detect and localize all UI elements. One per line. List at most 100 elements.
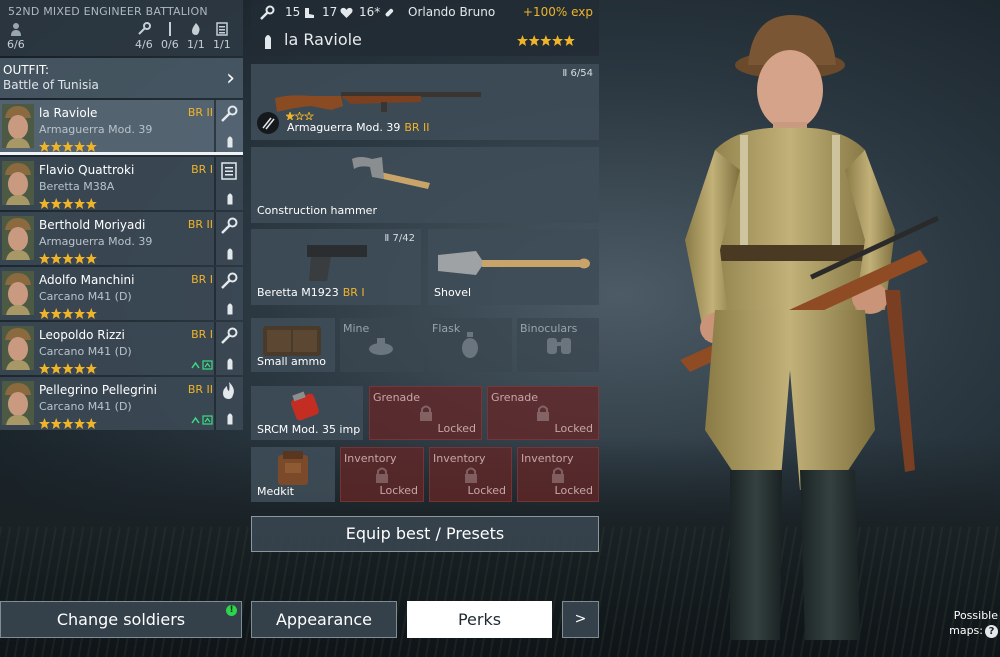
wrench-icon — [138, 22, 151, 35]
list-icon — [216, 22, 228, 36]
squad-title: 52ND MIXED ENGINEER BATTALION — [8, 5, 208, 18]
soldier-info-bar: 15 17 16* Orlando Bruno +100% exp — [251, 0, 599, 26]
bullet-icon — [265, 35, 271, 49]
soldier-card-stars — [39, 137, 97, 156]
medkit-slot[interactable]: Medkit — [251, 447, 335, 502]
soldier-card-5[interactable]: Pellegrino Pellegrini Carcano M41 (D) BR I… — [0, 377, 243, 430]
bullet-icon — [227, 355, 233, 370]
soldier-card-2[interactable]: Berthold Moriyadi Armaguerra Mod. 39 BR II — [0, 212, 243, 265]
wrench-icon — [219, 104, 239, 124]
wrench-icon — [219, 216, 239, 236]
tool-label: Shovel — [434, 286, 472, 299]
soldier-portrait — [2, 326, 34, 370]
soldier-card-1[interactable]: Flavio Quattroki Beretta M38A BR I — [0, 157, 243, 210]
possible-maps-label-2: maps: — [949, 624, 983, 637]
bullet-icon — [227, 133, 233, 148]
rifleman-slots-stat: 0/6 — [161, 22, 179, 51]
upgrade-available-icon — [191, 415, 213, 428]
upgrade-available-icon — [191, 360, 213, 373]
soldier-card-stars — [39, 194, 97, 213]
melee-slot[interactable]: Construction hammer — [251, 147, 599, 223]
flamethrower-slots-stat: 1/1 — [187, 22, 205, 51]
binoculars-slot[interactable]: Binoculars — [517, 318, 599, 372]
soldier-card-br: BR I — [191, 163, 213, 176]
soldier-card-weapon: Beretta M38A — [39, 180, 115, 193]
notification-badge: ! — [226, 605, 237, 616]
soldier-card-weapon: Armaguerra Mod. 39 — [39, 235, 153, 248]
rank-stars — [517, 32, 575, 51]
soldier-card-3[interactable]: Adolfo Manchini Carcano M41 (D) BR I — [0, 267, 243, 320]
grenade-slot-2: Grenade Locked — [369, 386, 482, 440]
star-icon — [39, 141, 97, 152]
star-icon — [39, 253, 97, 264]
flask-label: Flask — [432, 322, 461, 335]
card-divider — [214, 100, 216, 152]
soldier-card-4[interactable]: Leopoldo Rizzi Carcano M41 (D) BR I — [0, 322, 243, 375]
card-divider — [214, 157, 216, 210]
tool-slot[interactable]: Shovel — [428, 229, 599, 305]
mine-slot[interactable]: Mine — [340, 318, 424, 372]
primary-weapon-label: Armaguerra Mod. 39 BR II — [287, 121, 430, 134]
card-divider — [214, 377, 216, 430]
soldier-card-stars — [39, 359, 97, 378]
soldier-card-br: BR II — [187, 383, 213, 396]
soldier-portrait — [2, 104, 34, 148]
sidearm-slot[interactable]: Ⅱ 7/42 Beretta M1923 BR I — [251, 229, 421, 305]
soldier-card-stars — [39, 304, 97, 323]
locked-status: Locked — [467, 484, 506, 497]
locked-status: Locked — [437, 422, 476, 435]
soldier-portrait — [2, 381, 34, 425]
wrench-icon — [219, 271, 239, 291]
upgrade-stars — [286, 112, 314, 120]
soldier-card-stars — [39, 249, 97, 268]
grenade-1-label: SRCM Mod. 35 imp — [257, 423, 361, 436]
card-divider — [214, 322, 216, 375]
perks-button[interactable]: Perks — [407, 601, 552, 638]
soldier-card-stars — [39, 414, 97, 433]
list-icon — [219, 161, 239, 181]
soldier-card-br: BR II — [187, 106, 213, 119]
star-icon — [39, 308, 97, 319]
change-soldiers-button[interactable]: Change soldiers ! — [0, 601, 242, 638]
bullet-icon — [227, 190, 233, 205]
stat-value-2: 17 — [322, 5, 338, 19]
soldier-portrait — [2, 161, 34, 205]
boot-icon — [305, 8, 314, 18]
outfit-label: OUTFIT: — [3, 63, 50, 77]
chevron-right-icon: › — [226, 66, 235, 91]
rifle-icon — [168, 22, 171, 36]
outfit-selector[interactable]: OUTFIT: Battle of Tunisia › — [0, 58, 243, 98]
exp-bonus: +100% exp — [522, 5, 593, 19]
next-tab-button[interactable]: > — [562, 601, 599, 638]
grenade-3-label: Grenade — [491, 391, 539, 404]
owner-name: Orlando Bruno — [408, 5, 496, 19]
help-icon[interactable]: ? — [985, 624, 998, 638]
grenade-slot-1[interactable]: SRCM Mod. 35 imp — [251, 386, 363, 440]
lock-icon — [376, 467, 388, 483]
soldier-list: la Raviole Armaguerra Mod. 39 BR II Flavio … — [0, 100, 243, 430]
appearance-button[interactable]: Appearance — [251, 601, 397, 638]
locked-status: Locked — [379, 484, 418, 497]
pistol-icon — [307, 245, 367, 281]
soldier-name-bar: la Raviole — [251, 26, 599, 56]
radio-slots-stat: 1/1 — [213, 22, 231, 51]
star-icon — [39, 363, 97, 374]
lock-icon — [552, 467, 564, 483]
flask-slot[interactable]: Flask — [429, 318, 512, 372]
soldier-card-name: Adolfo Manchini — [39, 273, 135, 287]
inventory-slot-4: Inventory Locked — [517, 447, 599, 502]
soldier-card-weapon: Carcano M41 (D) — [39, 345, 132, 358]
soldier-card-0[interactable]: la Raviole Armaguerra Mod. 39 BR II — [0, 100, 243, 155]
soldier-card-br: BR II — [187, 218, 213, 231]
sidearm-label: Beretta M1923 BR I — [257, 286, 365, 299]
bullet-icon — [227, 410, 233, 425]
lock-icon — [419, 405, 432, 421]
grenade-icon — [291, 391, 319, 421]
shovel-icon — [438, 251, 590, 275]
outfit-value: Battle of Tunisia — [3, 78, 99, 92]
primary-weapon-slot[interactable]: Ⅱ 6/54 Armaguerra Mod. 39 BR II — [251, 64, 599, 140]
equip-best-presets-button[interactable]: Equip best / Presets — [251, 516, 599, 552]
grenade-slot-3: Grenade Locked — [487, 386, 599, 440]
small-ammo-slot[interactable]: Small ammo — [251, 318, 335, 372]
flame-icon — [191, 23, 200, 35]
